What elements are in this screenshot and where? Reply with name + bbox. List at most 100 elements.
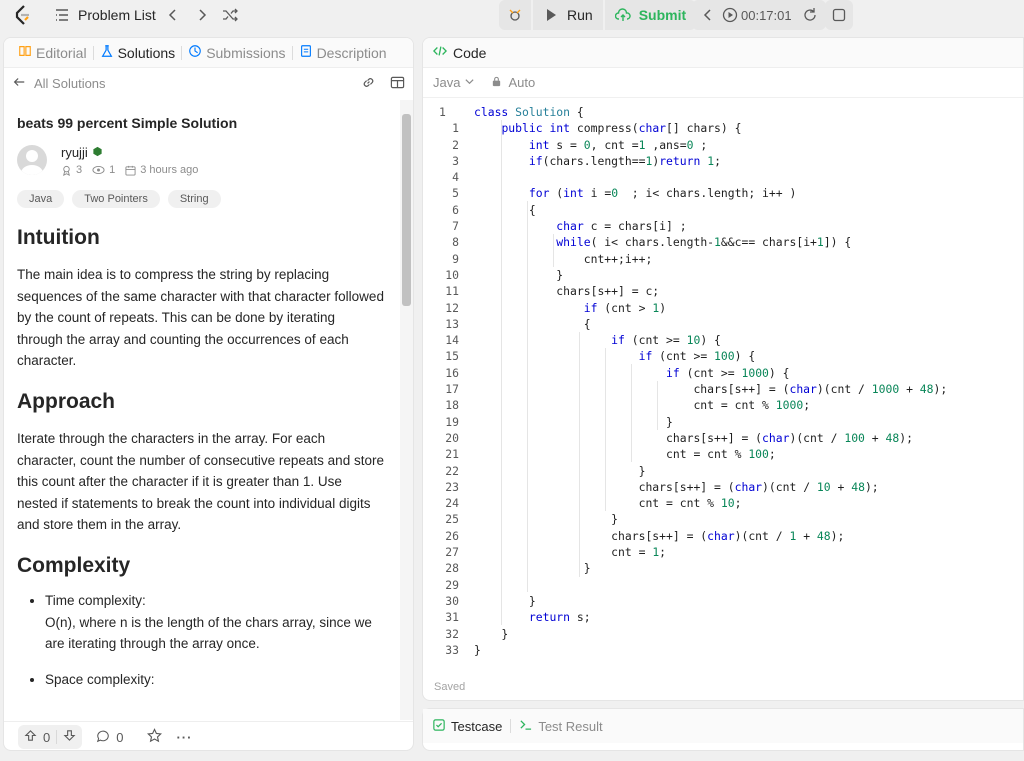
prev-problem-button[interactable] xyxy=(165,0,181,30)
indent-guide xyxy=(657,381,658,430)
code-content[interactable]: class Solution { public int compress(cha… xyxy=(474,104,947,658)
code-line[interactable]: chars[s++] = (char)(cnt / 1 + 48); xyxy=(474,528,947,544)
reputation: 3 xyxy=(61,164,82,176)
debug-button[interactable] xyxy=(499,0,531,30)
code-line[interactable]: char c = chars[i] ; xyxy=(474,218,947,234)
next-problem-button[interactable] xyxy=(194,0,210,30)
timer[interactable]: 00:17:01 xyxy=(692,0,826,30)
reset-icon[interactable] xyxy=(802,7,818,23)
tab-testcase-label: Testcase xyxy=(451,718,503,734)
code-line[interactable]: if (cnt >= 10) { xyxy=(474,332,947,348)
code-line[interactable]: ​ xyxy=(474,169,947,185)
more-icon[interactable]: ··· xyxy=(176,730,192,745)
code-line[interactable]: chars[s++] = (char)(cnt / 10 + 48); xyxy=(474,479,947,495)
language-select[interactable]: Java xyxy=(433,75,475,90)
play-circle-icon[interactable] xyxy=(722,7,738,23)
code-line[interactable]: public int compress(char[] chars) { xyxy=(474,120,947,136)
code-line[interactable]: } xyxy=(474,593,947,609)
code-line[interactable]: cnt = cnt % 10; xyxy=(474,495,947,511)
tab-editorial[interactable]: Editorial xyxy=(12,44,93,61)
code-line[interactable]: } xyxy=(474,463,947,479)
star-icon[interactable] xyxy=(147,728,163,746)
tab-testcase[interactable]: Testcase xyxy=(433,719,502,734)
code-icon xyxy=(432,44,448,61)
code-line[interactable]: return s; xyxy=(474,609,947,625)
all-solutions-link[interactable]: All Solutions xyxy=(34,76,106,91)
code-line[interactable]: chars[s++] = (char)(cnt / 1000 + 48); xyxy=(474,381,947,397)
problem-list-link[interactable]: Problem List xyxy=(54,0,156,30)
upvote-icon[interactable] xyxy=(24,729,37,745)
comment-icon xyxy=(96,729,110,746)
history-icon xyxy=(188,44,202,61)
heading-intuition: Intuition xyxy=(17,226,100,249)
tab-test-result[interactable]: Test Result xyxy=(519,718,603,734)
vote-count: 0 xyxy=(43,729,51,745)
code-line[interactable]: } xyxy=(474,642,947,658)
code-line[interactable]: ​ xyxy=(474,577,947,593)
auto-mode[interactable]: Auto xyxy=(491,75,535,90)
submit-label: Submit xyxy=(638,7,687,23)
editor-toolbar: Java Auto xyxy=(423,68,1023,98)
code-line[interactable]: while( i< chars.length-1&&c== chars[i+1]… xyxy=(474,234,947,250)
tag[interactable]: Two Pointers xyxy=(72,190,160,208)
code-line[interactable]: for (int i =0 ; i< chars.length; i++ ) xyxy=(474,185,947,201)
code-line[interactable]: } xyxy=(474,511,947,527)
solution-subbar: All Solutions xyxy=(4,68,413,98)
chevron-left-icon[interactable] xyxy=(700,7,716,23)
leetcode-logo-icon[interactable] xyxy=(10,3,34,27)
author-row: ryujji 3 1 3 hours ago xyxy=(17,145,384,176)
code-line[interactable]: if (cnt > 1) xyxy=(474,300,947,316)
code-line[interactable]: int s = 0, cnt =1 ,ans=0 ; xyxy=(474,137,947,153)
line-number: 6 xyxy=(452,202,459,217)
scrollbar-thumb[interactable] xyxy=(402,114,411,306)
line-number: 14 xyxy=(445,333,459,348)
code-line[interactable]: cnt = 1; xyxy=(474,544,947,560)
code-line[interactable]: { xyxy=(474,316,947,332)
submit-button[interactable]: Submit xyxy=(605,0,696,30)
code-line[interactable]: } xyxy=(474,560,947,576)
code-line[interactable]: chars[s++] = c; xyxy=(474,283,947,299)
shuffle-icon xyxy=(222,7,238,23)
terminal-icon xyxy=(519,718,532,734)
code-line[interactable]: } xyxy=(474,626,947,642)
run-button[interactable]: Run xyxy=(533,0,603,30)
code-line[interactable]: if(chars.length==1)return 1; xyxy=(474,153,947,169)
line-number: 29 xyxy=(445,577,459,592)
scrollbar[interactable] xyxy=(400,100,413,720)
author-name[interactable]: ryujji xyxy=(61,145,198,160)
tag[interactable]: Java xyxy=(17,190,65,208)
code-line[interactable]: } xyxy=(474,267,947,283)
code-line[interactable]: if (cnt >= 1000) { xyxy=(474,365,947,381)
code-line[interactable]: class Solution { xyxy=(474,104,947,120)
code-line[interactable]: cnt = cnt % 1000; xyxy=(474,397,947,413)
code-line[interactable]: } xyxy=(474,414,947,430)
layout-icon[interactable] xyxy=(390,75,405,93)
code-line[interactable]: cnt = cnt % 100; xyxy=(474,446,947,462)
comments-button[interactable]: 0 xyxy=(96,729,123,746)
time-complexity-text: O(n), where n is the length of the chars… xyxy=(45,614,372,652)
line-number: 21 xyxy=(445,447,459,462)
divider xyxy=(56,730,58,744)
line-number: 1 xyxy=(439,105,446,119)
tab-solutions[interactable]: Solutions xyxy=(94,44,182,61)
tab-submissions[interactable]: Submissions xyxy=(182,44,291,61)
line-number: 23 xyxy=(445,479,459,494)
line-number: 13 xyxy=(445,316,459,331)
notes-button[interactable] xyxy=(825,0,853,30)
bug-icon xyxy=(507,7,523,23)
code-line[interactable]: if (cnt >= 100) { xyxy=(474,348,947,364)
code-line[interactable]: chars[s++] = (char)(cnt / 100 + 48); xyxy=(474,430,947,446)
shuffle-button[interactable] xyxy=(222,0,238,30)
divider xyxy=(510,719,512,733)
code-line[interactable]: cnt++;i++; xyxy=(474,251,947,267)
back-arrow-icon[interactable] xyxy=(12,75,26,92)
avatar[interactable] xyxy=(17,145,47,175)
checkbox-icon xyxy=(433,718,445,734)
tag[interactable]: String xyxy=(167,190,221,208)
tab-description[interactable]: Description xyxy=(293,44,393,61)
code-line[interactable]: { xyxy=(474,202,947,218)
link-icon[interactable] xyxy=(361,75,376,93)
downvote-icon[interactable] xyxy=(63,729,76,745)
play-icon xyxy=(543,7,559,23)
code-editor[interactable]: 1 1 2 3 4 5 6 7 8 9 10 11 12 13 14 15 16 17 18 19 20 21 22 23 24… xyxy=(423,104,1023,664)
